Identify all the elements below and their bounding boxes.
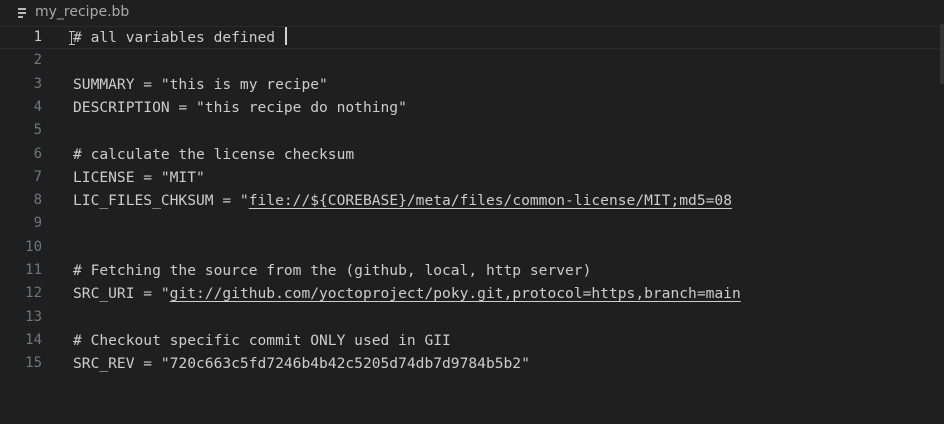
line-number: 9 — [33, 215, 42, 232]
code-token: DESCRIPTION = "this recipe do nothing" — [73, 98, 407, 116]
code-text[interactable]: LICENSE = "MIT" — [73, 166, 205, 189]
line-number: 14 — [25, 331, 42, 348]
code-line[interactable]: 15 SRC_REV = "720c663c5fd7246b4b42c5205d7… — [0, 352, 944, 375]
scrollbar-track[interactable] — [940, 24, 944, 84]
code-token: LIC_FILES_CHKSUM = " — [73, 192, 249, 210]
code-text[interactable]: LIC_FILES_CHKSUM = "file://${COREBASE}/m… — [73, 189, 732, 212]
code-line[interactable]: 10 — [0, 236, 944, 259]
line-number: 7 — [33, 168, 42, 185]
line-number: 4 — [33, 98, 42, 115]
breadcrumb-filename[interactable]: my_recipe.bb — [35, 4, 129, 20]
code-line[interactable]: 9 — [0, 212, 944, 235]
code-line[interactable]: 14 # Checkout specific commit ONLY used i… — [0, 329, 944, 352]
code-line[interactable]: 3 SUMMARY = "this is my recipe" — [0, 73, 944, 96]
code-token: SRC_REV = "720c663c5fd7246b4b42c5205d74d… — [73, 355, 530, 373]
code-line[interactable]: 13 — [0, 306, 944, 329]
code-token: # Fetching the source from the (github, … — [73, 262, 592, 279]
code-token: LICENSE = "MIT" — [73, 168, 205, 186]
code-link[interactable]: file://${COREBASE}/meta/files/common-lic… — [249, 192, 732, 209]
line-number: 15 — [25, 355, 42, 372]
code-text[interactable]: SRC_REV = "720c663c5fd7246b4b42c5205d74d… — [73, 352, 530, 375]
code-token: SUMMARY = "this is my recipe" — [73, 75, 328, 93]
line-number: 8 — [33, 192, 42, 209]
code-token: # Checkout specific commit ONLY used in … — [73, 331, 451, 349]
code-text[interactable]: SRC_URI = "git://github.com/yoctoproject… — [73, 282, 741, 305]
code-line[interactable]: 7 LICENSE = "MIT" — [0, 166, 944, 189]
code-text[interactable]: # calculate the license checksum — [73, 143, 354, 166]
code-line[interactable]: 6 # calculate the license checksum — [0, 143, 944, 166]
line-number: 13 — [25, 308, 42, 325]
code-line[interactable]: 2 — [0, 49, 944, 72]
code-text[interactable]: # all variables defined — [73, 27, 287, 48]
code-text[interactable]: # Fetching the source from the (github, … — [73, 259, 591, 282]
line-number: 6 — [33, 145, 42, 162]
code-token: # all variables defined — [73, 29, 284, 46]
line-number: 5 — [33, 122, 42, 139]
code-token: SRC_URI = " — [73, 285, 170, 303]
line-number: 1 — [33, 29, 42, 45]
code-line[interactable]: 8 LIC_FILES_CHKSUM = "file://${COREBASE}/… — [0, 189, 944, 212]
code-editor[interactable]: 1 # all variables defined 2 3 SUMMARY = "th… — [0, 24, 944, 424]
code-line[interactable]: 4 DESCRIPTION = "this recipe do nothing" — [0, 96, 944, 119]
line-number: 11 — [25, 262, 42, 278]
code-token: # calculate the license checksum — [73, 145, 355, 163]
text-cursor — [284, 27, 287, 45]
code-link[interactable]: git://github.com/yoctoproject/poky.git,p… — [170, 285, 741, 302]
line-number: 10 — [25, 238, 42, 255]
code-text[interactable]: # Checkout specific commit ONLY used in … — [73, 329, 451, 352]
line-number: 12 — [25, 285, 42, 302]
file-lines-icon — [9, 0, 33, 24]
code-line[interactable]: 12 SRC_URI = "git://github.com/yoctoproje… — [0, 282, 944, 305]
code-text[interactable]: DESCRIPTION = "this recipe do nothing" — [73, 96, 407, 119]
line-number: 2 — [33, 52, 42, 69]
code-line[interactable]: 11 # Fetching the source from the (github… — [0, 259, 944, 282]
code-text[interactable]: SUMMARY = "this is my recipe" — [73, 73, 328, 96]
line-number: 3 — [33, 75, 42, 92]
breadcrumb[interactable]: my_recipe.bb — [0, 0, 944, 24]
code-line[interactable]: 1 # all variables defined — [0, 26, 944, 49]
code-line[interactable]: 5 — [0, 119, 944, 142]
